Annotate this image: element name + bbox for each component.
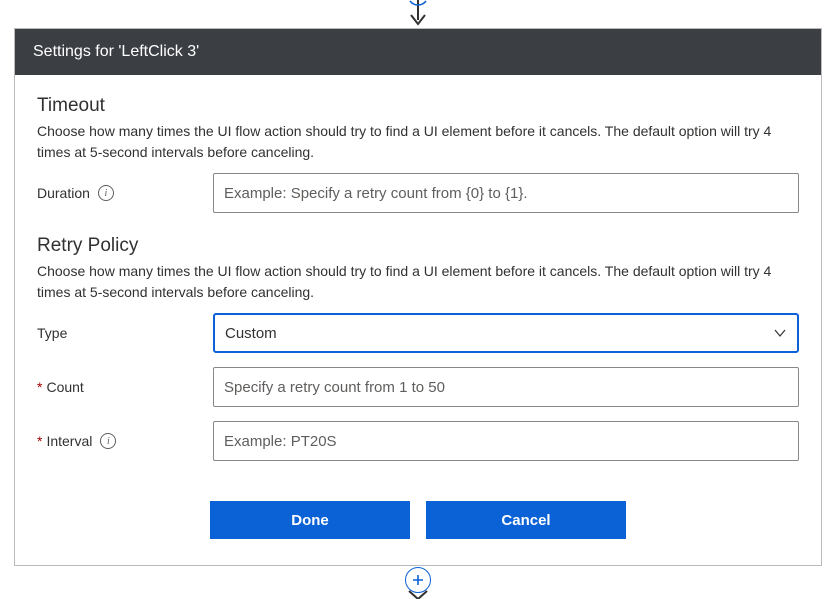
cancel-button[interactable]: Cancel xyxy=(426,501,626,539)
panel-body: Timeout Choose how many times the UI flo… xyxy=(15,75,821,565)
count-input[interactable] xyxy=(213,367,799,407)
duration-label: Duration i xyxy=(37,185,213,201)
panel-header: Settings for 'LeftClick 3' xyxy=(15,29,821,75)
info-icon[interactable]: i xyxy=(98,185,114,201)
flow-arrow-bottom xyxy=(403,585,433,599)
interval-label: * Interval i xyxy=(37,433,213,449)
required-mark: * xyxy=(37,433,42,449)
retry-heading: Retry Policy xyxy=(37,235,799,257)
chevron-down-icon xyxy=(773,326,787,340)
count-label: * Count xyxy=(37,379,213,395)
type-select-value: Custom xyxy=(225,325,277,342)
retry-section: Retry Policy Choose how many times the U… xyxy=(37,235,799,461)
settings-panel: Settings for 'LeftClick 3' Timeout Choos… xyxy=(14,28,822,566)
timeout-section: Timeout Choose how many times the UI flo… xyxy=(37,95,799,213)
timeout-description: Choose how many times the UI flow action… xyxy=(37,121,799,163)
done-button[interactable]: Done xyxy=(210,501,410,539)
type-label: Type xyxy=(37,325,213,341)
button-row: Done Cancel xyxy=(37,501,799,539)
count-label-text: Count xyxy=(46,379,83,395)
interval-input[interactable] xyxy=(213,421,799,461)
duration-input[interactable] xyxy=(213,173,799,213)
type-label-text: Type xyxy=(37,325,67,341)
duration-label-text: Duration xyxy=(37,185,90,201)
panel-title: Settings for 'LeftClick 3' xyxy=(33,43,199,60)
required-mark: * xyxy=(37,379,42,395)
timeout-heading: Timeout xyxy=(37,95,799,117)
retry-description: Choose how many times the UI flow action… xyxy=(37,261,799,303)
info-icon[interactable]: i xyxy=(100,433,116,449)
interval-label-text: Interval xyxy=(46,433,92,449)
flow-arrow-top xyxy=(403,0,433,28)
type-select[interactable]: Custom xyxy=(213,313,799,353)
